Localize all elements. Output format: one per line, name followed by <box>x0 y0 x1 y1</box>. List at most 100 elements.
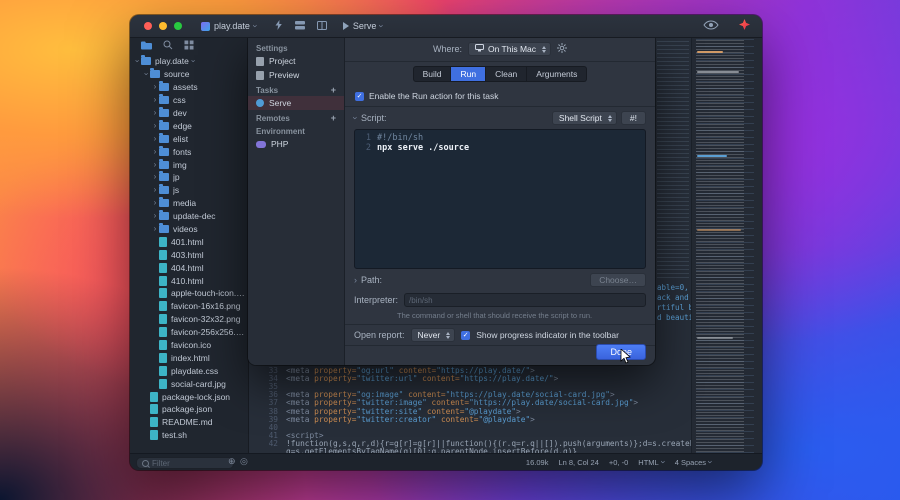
gear-icon[interactable] <box>557 43 567 55</box>
tree-item-favicon-16x16.png[interactable]: favicon-16x16.png <box>130 300 248 313</box>
tree-item-img[interactable]: ›img <box>130 158 248 171</box>
chevron-right-icon[interactable]: › <box>151 110 159 116</box>
run-task-button[interactable]: Serve › <box>343 21 384 31</box>
tree-item-update-dec[interactable]: ›update-dec <box>130 210 248 223</box>
chevron-down-icon[interactable]: › <box>143 70 149 78</box>
project-tab[interactable]: play.date › <box>201 21 257 31</box>
tree-item-401.html[interactable]: 401.html <box>130 235 248 248</box>
indent-selector[interactable]: 4 Spaces› <box>675 458 712 467</box>
chevron-right-icon[interactable]: › <box>151 97 159 103</box>
chevron-right-icon[interactable]: › <box>151 226 159 232</box>
toolbar-git-icon[interactable] <box>275 17 283 35</box>
code-line: 39<meta property="twitter:creator" conte… <box>248 415 692 423</box>
chevron-right-icon[interactable]: › <box>151 187 159 193</box>
tree-item-dev[interactable]: ›dev <box>130 107 248 120</box>
tree-item-source[interactable]: ›source <box>130 68 248 81</box>
progress-checkbox[interactable]: ✓ <box>461 331 470 340</box>
choose-button[interactable]: Choose… <box>590 273 646 287</box>
search-sidebar-icon[interactable] <box>163 37 173 55</box>
enable-run-checkbox[interactable]: ✓ <box>355 92 364 101</box>
tree-item-elist[interactable]: ›elist <box>130 132 248 145</box>
indent-value: 4 Spaces <box>675 458 706 467</box>
file-icon <box>159 250 167 260</box>
tree-item-410.html[interactable]: 410.html <box>130 274 248 287</box>
script-editor[interactable]: 1#!/bin/sh2npx serve ./source <box>354 129 646 269</box>
close-button[interactable] <box>144 22 152 30</box>
token: content= <box>441 415 479 424</box>
chevron-down-icon: › <box>379 25 385 28</box>
tree-item-index.html[interactable]: index.html <box>130 351 248 364</box>
add-filter-icon[interactable]: ⊕ <box>228 456 236 467</box>
search-icon <box>142 460 149 467</box>
tab-run[interactable]: Run <box>451 66 486 82</box>
tree-item-favicon-32x32.png[interactable]: favicon-32x32.png <box>130 313 248 326</box>
interpreter-input[interactable]: /bin/sh <box>404 293 646 307</box>
open-report-dropdown[interactable]: Never <box>411 328 456 342</box>
chevron-right-icon[interactable]: › <box>151 84 159 90</box>
tree-item-403.html[interactable]: 403.html <box>130 248 248 261</box>
script-type-dropdown[interactable]: Shell Script <box>552 111 617 125</box>
tree-item-README.md[interactable]: README.md <box>130 416 248 429</box>
tree-item-package.json[interactable]: package.json <box>130 403 248 416</box>
settings-item-serve[interactable]: Serve <box>248 96 344 110</box>
settings-item-project[interactable]: Project <box>248 54 344 68</box>
chevron-right-icon[interactable]: › <box>151 123 159 129</box>
zoom-button[interactable] <box>174 22 182 30</box>
files-icon[interactable] <box>141 37 152 55</box>
tree-item-favicon.ico[interactable]: favicon.ico <box>130 339 248 352</box>
tree-item-package-lock.json[interactable]: package-lock.json <box>130 390 248 403</box>
tree-item-fonts[interactable]: ›fonts <box>130 145 248 158</box>
task-settings-dialog: SettingsProjectPreviewTasks+ServeRemotes… <box>248 37 655 365</box>
tree-item-404.html[interactable]: 404.html <box>130 261 248 274</box>
file-size: 16.09k <box>526 458 549 467</box>
minimap[interactable] <box>691 37 762 454</box>
chevron-down-icon[interactable]: › <box>134 57 140 65</box>
shebang-button[interactable]: #! <box>621 111 646 125</box>
tree-item-social-card.jpg[interactable]: social-card.jpg <box>130 377 248 390</box>
tab-arguments[interactable]: Arguments <box>527 66 587 82</box>
tree-item-apple-touch-icon.p…[interactable]: apple-touch-icon.p… <box>130 287 248 300</box>
token: > <box>554 374 559 383</box>
interpreter-placeholder: /bin/sh <box>409 296 433 305</box>
settings-item-preview[interactable]: Preview <box>248 68 344 82</box>
tree-item-label: favicon-256x256.p… <box>171 327 248 337</box>
tree-item-jp[interactable]: ›jp <box>130 171 248 184</box>
chevron-right-icon[interactable]: › <box>151 200 159 206</box>
tree-item-play.date[interactable]: ›play.date› <box>130 55 248 68</box>
add-icon[interactable]: + <box>331 85 336 95</box>
tree-item-test.sh[interactable]: test.sh <box>130 429 248 442</box>
disclosure-open-icon[interactable]: › <box>353 117 359 120</box>
chevron-right-icon[interactable]: › <box>151 174 159 180</box>
extensions-icon[interactable] <box>184 37 194 55</box>
tree-item-favicon-256x256.p…[interactable]: favicon-256x256.p… <box>130 326 248 339</box>
tab-build[interactable]: Build <box>413 66 452 82</box>
filter-options-icon[interactable]: ◎ <box>240 456 248 467</box>
tree-item-js[interactable]: ›js <box>130 184 248 197</box>
filter-input[interactable]: Filter <box>136 457 234 469</box>
tree-item-playdate.css[interactable]: playdate.css <box>130 364 248 377</box>
tree-item-assets[interactable]: ›assets <box>130 81 248 94</box>
minimize-button[interactable] <box>159 22 167 30</box>
tree-item-videos[interactable]: ›videos <box>130 223 248 236</box>
toolbar-split-icon[interactable] <box>317 17 327 35</box>
toolbar-build-icon[interactable] <box>295 17 305 35</box>
language-selector[interactable]: HTML› <box>638 458 664 467</box>
editor-code[interactable]: 33<meta property="og:url" content="https… <box>248 366 692 456</box>
disclosure-closed-icon[interactable]: › <box>354 277 357 283</box>
add-icon[interactable]: + <box>331 113 336 123</box>
tree-item-edge[interactable]: ›edge <box>130 119 248 132</box>
tree-item-label: index.html <box>171 353 210 363</box>
token: content= <box>422 374 460 383</box>
tree-item-media[interactable]: ›media <box>130 197 248 210</box>
tab-clean[interactable]: Clean <box>486 66 527 82</box>
chevron-right-icon[interactable]: › <box>151 136 159 142</box>
chevron-right-icon[interactable]: › <box>151 162 159 168</box>
chevron-right-icon[interactable]: › <box>151 149 159 155</box>
where-dropdown[interactable]: On This Mac <box>468 42 551 56</box>
publish-icon[interactable] <box>739 17 750 35</box>
tree-item-css[interactable]: ›css <box>130 94 248 107</box>
settings-item-php[interactable]: PHP <box>248 137 344 151</box>
chevron-right-icon[interactable]: › <box>151 213 159 219</box>
dropdown-arrows-icon <box>446 332 450 339</box>
preview-eye-icon[interactable] <box>703 17 719 35</box>
